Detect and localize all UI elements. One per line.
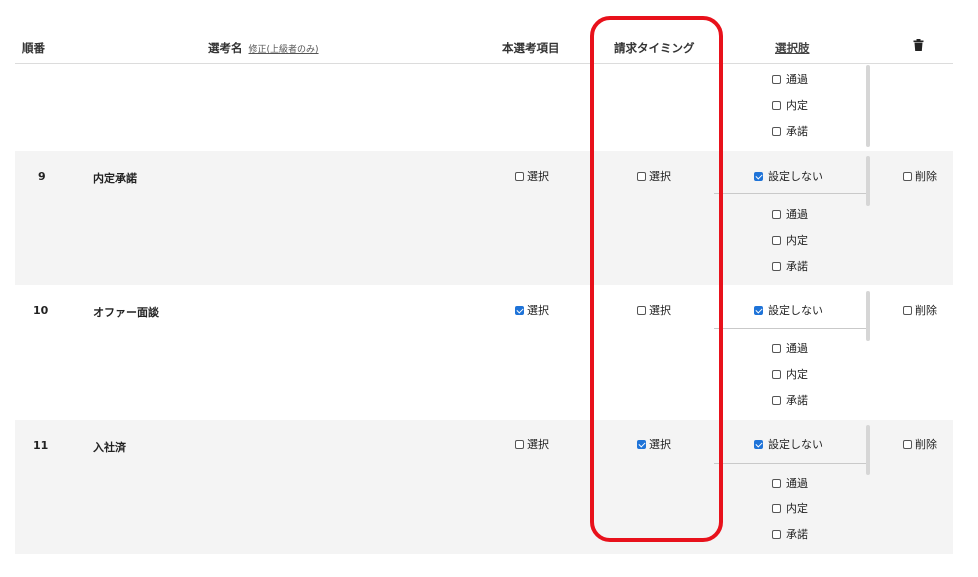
choices-divider <box>714 193 866 194</box>
option-checkbox[interactable] <box>772 396 781 405</box>
option-checkbox[interactable] <box>772 530 781 539</box>
option-checkbox[interactable] <box>772 236 781 245</box>
choices-scrollbar[interactable] <box>866 425 870 475</box>
selection-name: オファー面談 <box>93 306 159 319</box>
row-number: 11 <box>33 439 49 452</box>
header-divider <box>15 63 953 64</box>
delete-select[interactable]: 削除 <box>903 302 937 318</box>
delete-checkbox[interactable] <box>903 440 912 449</box>
option-accept[interactable]: 承諾 <box>772 123 808 139</box>
option-pass[interactable]: 通過 <box>772 71 808 87</box>
choices-divider <box>714 463 866 464</box>
header-order: 順番 <box>22 41 45 55</box>
option-checkbox[interactable] <box>772 127 781 136</box>
selection-name: 入社済 <box>93 441 126 454</box>
option-checkbox[interactable] <box>772 262 781 271</box>
delete-select[interactable]: 削除 <box>903 436 937 452</box>
option-accept[interactable]: 承諾 <box>772 392 808 408</box>
choices-scrollbar[interactable] <box>866 156 870 206</box>
no-setting-checkbox[interactable] <box>754 172 763 181</box>
delete-select[interactable]: 削除 <box>903 168 937 184</box>
trash-icon[interactable] <box>913 39 924 54</box>
edit-name-link[interactable]: 修正(上級者のみ) <box>249 45 319 55</box>
option-offer[interactable]: 内定 <box>772 97 808 113</box>
option-checkbox[interactable] <box>772 344 781 353</box>
main-item-select[interactable]: 選択 <box>515 436 549 452</box>
option-checkbox[interactable] <box>772 75 781 84</box>
billing-timing-highlight <box>590 16 723 542</box>
delete-checkbox[interactable] <box>903 172 912 181</box>
main-item-checkbox[interactable] <box>515 172 524 181</box>
no-setting-option[interactable]: 設定しない <box>754 436 823 452</box>
option-pass[interactable]: 通過 <box>772 340 808 356</box>
header-main-item: 本選考項目 <box>502 41 560 55</box>
main-item-checkbox[interactable] <box>515 440 524 449</box>
no-setting-option[interactable]: 設定しない <box>754 302 823 318</box>
option-accept[interactable]: 承諾 <box>772 526 808 542</box>
main-item-select[interactable]: 選択 <box>515 168 549 184</box>
header-choices-link[interactable]: 選択肢 <box>775 40 810 56</box>
option-pass[interactable]: 通過 <box>772 475 808 491</box>
no-setting-checkbox[interactable] <box>754 306 763 315</box>
no-setting-option[interactable]: 設定しない <box>754 168 823 184</box>
no-setting-checkbox[interactable] <box>754 440 763 449</box>
option-checkbox[interactable] <box>772 504 781 513</box>
main-item-checkbox[interactable] <box>515 306 524 315</box>
option-offer[interactable]: 内定 <box>772 232 808 248</box>
option-offer[interactable]: 内定 <box>772 500 808 516</box>
option-checkbox[interactable] <box>772 101 781 110</box>
delete-checkbox[interactable] <box>903 306 912 315</box>
option-checkbox[interactable] <box>772 479 781 488</box>
choices-scrollbar[interactable] <box>866 65 870 147</box>
option-offer[interactable]: 内定 <box>772 366 808 382</box>
row-number: 10 <box>33 304 49 317</box>
selection-name: 内定承諾 <box>93 172 137 185</box>
choices-divider <box>714 328 866 329</box>
main-item-select[interactable]: 選択 <box>515 302 549 318</box>
header-name: 選考名 修正(上級者のみ) <box>208 40 319 56</box>
option-accept[interactable]: 承諾 <box>772 258 808 274</box>
header-name-label: 選考名 <box>208 41 243 55</box>
row-number: 9 <box>38 170 46 183</box>
option-checkbox[interactable] <box>772 370 781 379</box>
choices-scrollbar[interactable] <box>866 291 870 341</box>
option-checkbox[interactable] <box>772 210 781 219</box>
option-pass[interactable]: 通過 <box>772 206 808 222</box>
